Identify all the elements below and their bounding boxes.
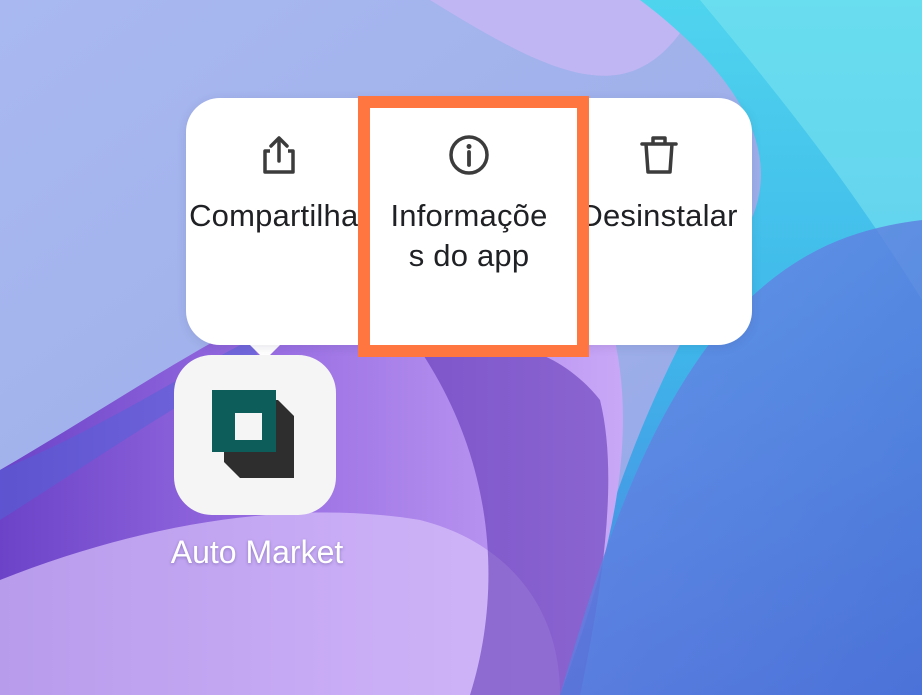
menu-item-uninstall-label: Desinstalar [580, 198, 738, 233]
share-icon [263, 136, 295, 174]
menu-item-uninstall[interactable]: Desinstalar [566, 98, 752, 345]
app-label: Auto Market [170, 534, 344, 570]
menu-item-share-label: Compartilhar [189, 198, 369, 233]
trash-icon [640, 136, 678, 174]
menu-item-share[interactable]: Compartilhar [186, 98, 372, 345]
auto-market-logo-icon [212, 390, 294, 478]
menu-item-app-info-label: Informações do app [390, 198, 548, 273]
menu-item-app-info[interactable]: Informações do app [366, 98, 572, 345]
app-icon-auto-market[interactable] [174, 355, 336, 515]
home-screen: Compartilhar Informações do app Desinsta… [0, 0, 922, 695]
info-icon [449, 135, 489, 175]
app-context-menu: Compartilhar Informações do app Desinsta… [186, 98, 752, 345]
